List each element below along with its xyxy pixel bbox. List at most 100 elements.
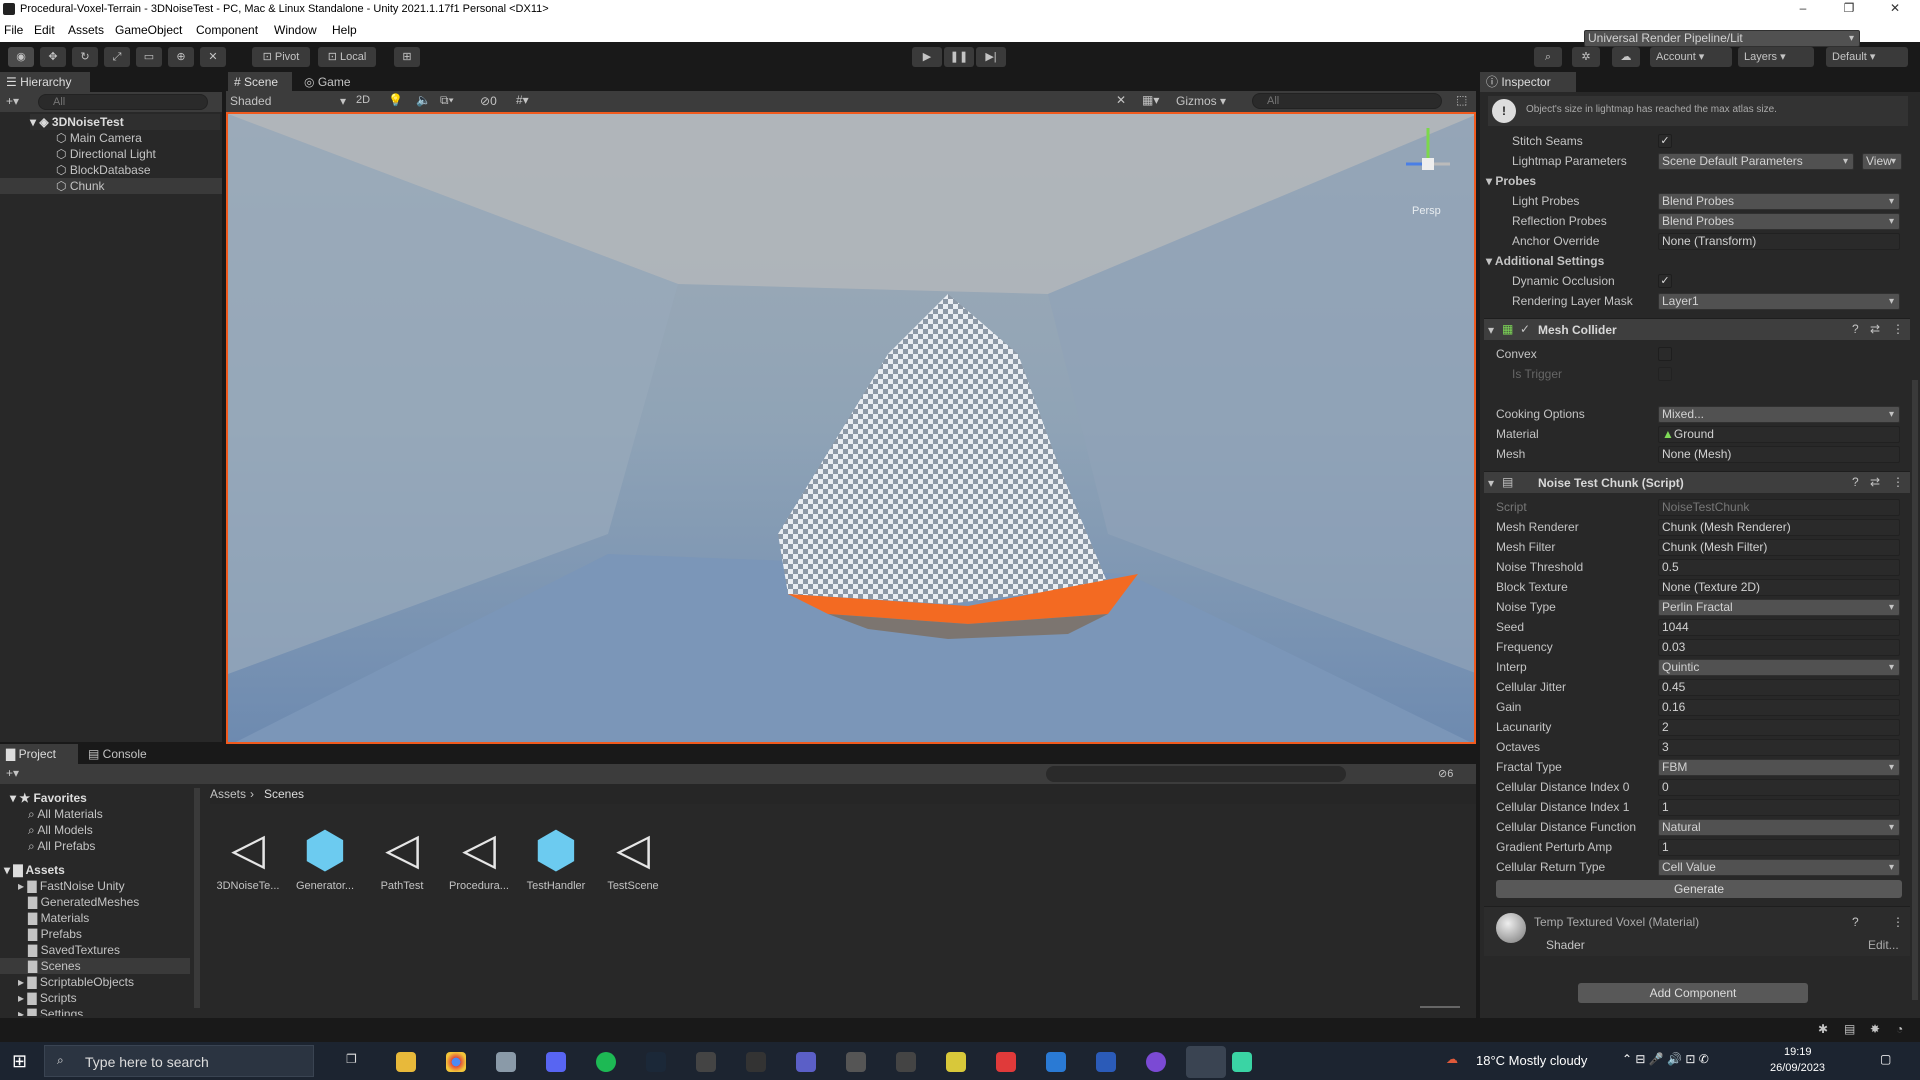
rect-tool-icon[interactable]: ▭ [136,47,162,67]
tab-scene[interactable]: # Scene [228,72,292,92]
anchor-override-field[interactable]: None (Transform) [1658,233,1900,250]
breadcrumb-scenes[interactable]: Scenes [264,787,304,801]
play-button[interactable]: ▶ [912,47,942,67]
shading-dropdown[interactable]: Shaded ▾ [230,94,346,108]
favorites-header[interactable]: ▾ ★ Favorites [10,790,87,806]
steam-icon[interactable] [646,1052,666,1072]
menu-edit[interactable]: Edit [34,23,55,37]
app-icon[interactable] [846,1052,866,1072]
dynamic-occlusion-checkbox[interactable]: ✓ [1658,274,1672,288]
word-icon[interactable] [1096,1052,1116,1072]
mesh-field[interactable]: None (Mesh) [1658,446,1900,463]
noise-field-value[interactable]: None (Texture 2D) [1658,579,1900,596]
transform-tool-icon[interactable]: ⊕ [168,47,194,67]
help-icon[interactable]: ? [1852,915,1859,929]
asset-procedural[interactable]: ◁ Procedura... [444,820,514,892]
scene-root-item[interactable]: ▾ ◈ 3DNoiseTest [30,114,220,130]
noise-field-value[interactable]: Chunk (Mesh Renderer) [1658,519,1900,536]
notification-icon[interactable]: ▢ [1880,1052,1891,1066]
reflection-probes-dropdown[interactable]: Blend Probes [1658,213,1900,230]
asset-3dnoisetest[interactable]: ◁ 3DNoiseTe... [213,820,283,892]
toggle-2d-button[interactable]: 2D [356,94,370,106]
noise-field-value[interactable]: Perlin Fractal [1658,599,1900,616]
edit-shader-button[interactable]: Edit... [1868,938,1899,952]
layout-dropdown[interactable]: Default ▾ [1826,47,1908,67]
noise-chunk-header[interactable]: ▾ ▤ Noise Test Chunk (Script) ? ⇄ ⋮ [1484,471,1910,493]
audio-toggle-icon[interactable]: 🔈 [416,93,431,107]
tab-game[interactable]: ◎ Game [298,72,362,92]
hierarchy-search-input[interactable] [38,94,208,110]
clock-date[interactable]: 26/09/2023 [1770,1062,1825,1074]
view-tool-icon[interactable]: ◉ [8,47,34,67]
view-button[interactable]: View [1862,153,1902,170]
menu-help[interactable]: Help [332,23,357,37]
noise-field-value[interactable]: 0.5 [1658,559,1900,576]
auto-generate-icon[interactable]: ✸ [1870,1022,1880,1036]
folder-generatedmeshes[interactable]: ▇ GeneratedMeshes [28,894,139,910]
app-icon[interactable] [996,1052,1016,1072]
calculator-icon[interactable] [696,1052,716,1072]
noise-field-value[interactable]: Quintic [1658,659,1900,676]
add-icon[interactable]: +▾ [6,94,19,108]
folder-scriptableobjects[interactable]: ▸ ▇ ScriptableObjects [18,974,134,990]
zoom-slider[interactable] [1420,1006,1460,1008]
foldout-arrow-icon[interactable]: ▾ [1488,323,1494,337]
gizmos-dropdown[interactable]: Gizmos ▾ [1176,94,1226,108]
tab-hierarchy[interactable]: ☰ Hierarchy [0,72,90,92]
step-button[interactable]: ▶| [976,47,1006,67]
create-icon[interactable]: +▾ [6,766,19,780]
local-button[interactable]: ⊡ Local [318,47,376,67]
asset-testhandler[interactable]: ⬢ TestHandler [521,820,591,892]
folder-savedtextures[interactable]: ▇ SavedTextures [28,942,120,958]
search-icon[interactable]: ⌕ [1534,47,1562,67]
weather-text[interactable]: 18°C Mostly cloudy [1476,1053,1587,1068]
minimize-button[interactable]: – [1780,0,1826,18]
task-view-icon[interactable]: ❐ [346,1052,366,1072]
tray-icons[interactable]: ⌃ ⊟ 🎤 🔊 ⊡ ✆ [1622,1052,1709,1066]
folder-prefabs[interactable]: ▇ Prefabs [28,926,82,942]
windows-start-icon[interactable]: ⊞ [12,1051,27,1072]
help-icon[interactable]: ? [1852,322,1859,336]
cache-icon[interactable]: ▤ [1844,1022,1855,1036]
rotate-tool-icon[interactable]: ↻ [72,47,98,67]
pivot-button[interactable]: ⊡ Pivot [252,47,310,67]
lighting-progress-icon[interactable]: ◔ [1896,1022,1903,1036]
maximize-button[interactable]: ❐ [1826,0,1872,18]
mesh-collider-header[interactable]: ▾ ▦ ✓ Mesh Collider ? ⇄ ⋮ [1484,318,1910,340]
account-dropdown[interactable]: Account ▾ [1650,47,1732,67]
material-field[interactable]: ▲Ground [1658,426,1900,443]
foldout-arrow-icon[interactable]: ▾ [1488,476,1494,490]
noise-field-value[interactable]: Natural [1658,819,1900,836]
assets-header[interactable]: ▾ ▇ Assets [4,862,65,878]
noise-field-value[interactable]: 1 [1658,799,1900,816]
menu-gameobject[interactable]: GameObject [115,23,182,37]
scene-search-input[interactable] [1252,93,1442,109]
app-icon[interactable] [896,1052,916,1072]
scene-viewport[interactable]: Persp [226,112,1476,744]
noise-field-value[interactable]: Cell Value [1658,859,1900,876]
menu-assets[interactable]: Assets [68,23,104,37]
chrome-icon[interactable] [446,1052,466,1072]
tools-icon[interactable]: ✕ [1116,93,1126,107]
vscode-icon[interactable] [1046,1052,1066,1072]
maximize-scene-icon[interactable]: ⬚ [1456,93,1467,107]
tab-inspector[interactable]: ⓘ Inspector [1480,72,1576,92]
folder-materials[interactable]: ▇ Materials [28,910,89,926]
preset-icon[interactable]: ⇄ [1870,475,1880,489]
noise-field-value[interactable]: 0 [1658,779,1900,796]
asset-testscene[interactable]: ◁ TestScene [598,820,668,892]
noise-field-value[interactable]: FBM [1658,759,1900,776]
spotify-icon[interactable] [596,1052,616,1072]
preset-icon[interactable]: ⇄ [1870,322,1880,336]
favorite-all-models[interactable]: ⌕ All Models [28,822,93,838]
hierarchy-item-blockdatabase[interactable]: ⬡ BlockDatabase [56,162,151,178]
stitch-seams-checkbox[interactable]: ✓ [1658,134,1672,148]
effects-toggle-icon[interactable]: ⧉▾ [440,93,454,108]
shader-dropdown[interactable]: Universal Render Pipeline/Lit [1584,30,1860,47]
close-button[interactable]: ✕ [1872,0,1918,18]
component-menu-icon[interactable]: ⋮ [1892,475,1904,489]
debug-icon[interactable]: ✱ [1818,1022,1828,1036]
additional-settings-header[interactable]: ▾ Additional Settings [1486,254,1604,268]
unity-taskbar-icon[interactable] [1186,1046,1226,1078]
generate-button[interactable]: Generate [1496,880,1902,898]
